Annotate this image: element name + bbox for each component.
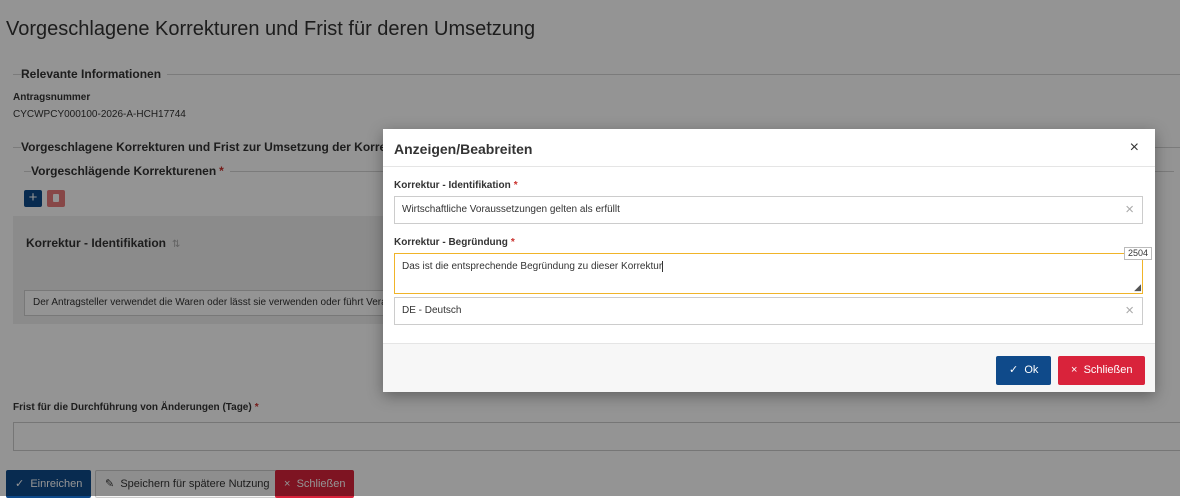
identification-input[interactable]: Wirtschaftliche Voraussetzungen gelten a… (394, 196, 1143, 224)
resize-handle-icon[interactable]: ◢ (1134, 282, 1141, 293)
reason-label: Korrektur - Begründung * (394, 237, 515, 248)
modal-close-button[interactable]: × Schließen (1058, 356, 1146, 385)
close-icon: × (1071, 364, 1078, 376)
ok-button[interactable]: ✓ Ok (996, 356, 1052, 385)
modal-footer: ✓ Ok × Schließen (383, 343, 1155, 392)
close-icon[interactable]: × (1130, 139, 1139, 157)
edit-modal: Anzeigen/Beabreiten × Korrektur - Identi… (383, 129, 1155, 392)
identification-value: Wirtschaftliche Voraussetzungen gelten a… (402, 204, 620, 215)
clear-icon[interactable]: × (1125, 197, 1134, 223)
text-cursor (662, 261, 664, 272)
check-icon: ✓ (1009, 364, 1019, 376)
char-counter: 2504 (1124, 247, 1153, 260)
identification-label: Korrektur - Identifikation * (394, 180, 518, 191)
language-value: DE - Deutsch (402, 305, 462, 316)
language-select[interactable]: DE - Deutsch × (394, 297, 1143, 325)
modal-title: Anzeigen/Beabreiten (394, 141, 533, 157)
clear-icon[interactable]: × (1125, 298, 1134, 324)
reason-value: Das ist die entsprechende Begründung zu … (402, 261, 663, 272)
reason-textarea[interactable]: Das ist die entsprechende Begründung zu … (394, 253, 1143, 294)
modal-header: Anzeigen/Beabreiten × (383, 129, 1155, 167)
